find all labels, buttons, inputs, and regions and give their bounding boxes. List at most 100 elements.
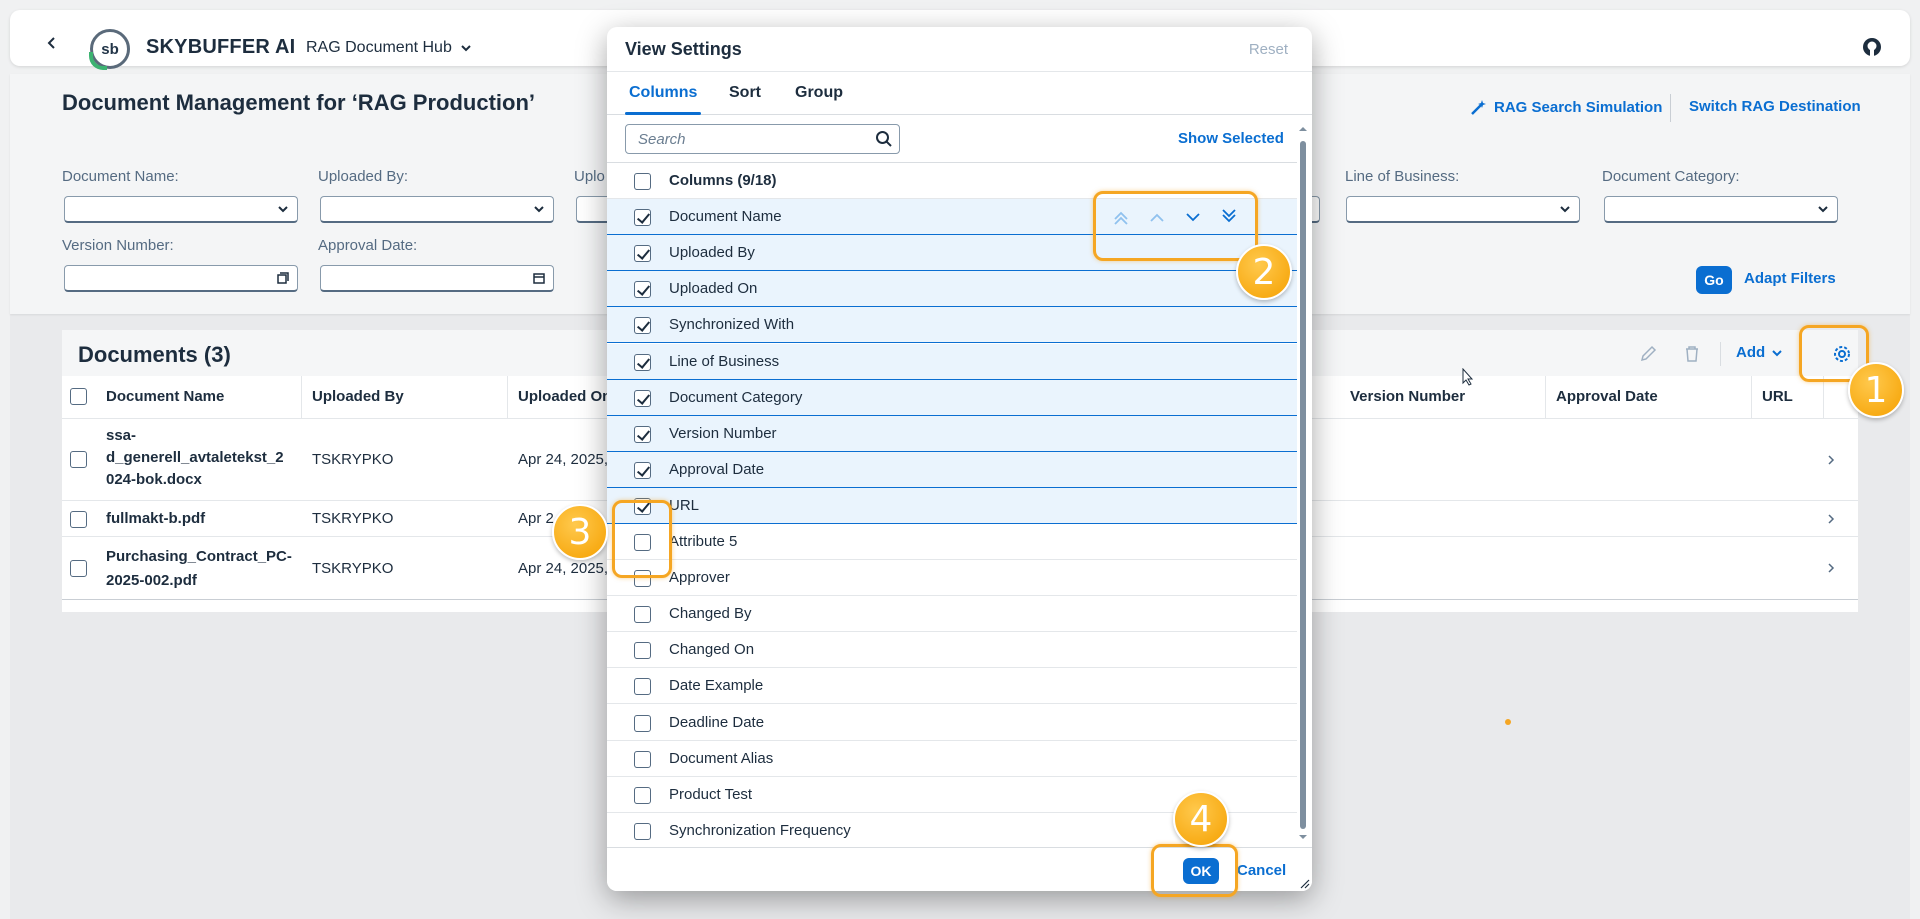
document-name-select[interactable] xyxy=(64,196,298,223)
column-item[interactable]: Uploaded On xyxy=(607,271,1297,308)
product-switcher[interactable]: RAG Document Hub xyxy=(306,39,472,57)
uploaded-by-cell: TSKRYPKO xyxy=(312,451,394,468)
chevron-down-icon xyxy=(461,45,471,52)
uploaded-on-cell: Apr 2 xyxy=(518,510,554,527)
column-header-document-name[interactable]: Document Name xyxy=(96,376,302,418)
go-button[interactable]: Go xyxy=(1696,266,1732,294)
show-selected-button[interactable]: Show Selected xyxy=(1178,130,1284,147)
column-label: URL xyxy=(669,496,700,514)
column-item[interactable]: Changed By xyxy=(607,596,1297,633)
column-label: Document Category xyxy=(669,388,803,406)
toolbar-divider xyxy=(1720,342,1721,366)
version-number-field[interactable] xyxy=(64,265,298,292)
column-label: Changed By xyxy=(669,605,752,623)
column-item[interactable]: URL xyxy=(607,487,1297,524)
column-label: Document Alias xyxy=(669,749,774,767)
column-checkbox[interactable] xyxy=(634,209,651,227)
calendar-icon[interactable] xyxy=(533,272,545,284)
uploaded-on-cell: Apr 24, 2025, xyxy=(518,451,609,468)
column-label: Attribute 5 xyxy=(669,533,738,550)
column-checkbox[interactable] xyxy=(634,317,651,335)
marker-dot xyxy=(1505,719,1511,725)
callout-badge: 2 xyxy=(1236,244,1292,300)
column-item[interactable]: Synchronized With xyxy=(607,307,1297,344)
column-header-uploaded-by[interactable]: Uploaded By xyxy=(302,376,508,418)
uploaded-by-select[interactable] xyxy=(320,196,554,223)
filter-label-document-category: Document Category: xyxy=(1602,168,1740,185)
document-category-select[interactable] xyxy=(1604,196,1838,223)
column-checkbox[interactable] xyxy=(634,281,651,299)
column-item[interactable]: Document Alias xyxy=(607,741,1297,777)
tab-columns[interactable]: Columns xyxy=(629,84,697,102)
document-name-line: Purchasing_Contract_PC- xyxy=(106,548,292,565)
uploaded-on-cell: Apr 24, 2025, xyxy=(518,560,609,577)
switch-rag-destination-link[interactable]: Switch RAG Destination xyxy=(1689,98,1861,115)
delete-icon[interactable] xyxy=(1682,344,1702,364)
document-name-cell: Purchasing_Contract_PC- 2025-002.pdf xyxy=(96,545,292,593)
column-item[interactable]: Date Example xyxy=(607,668,1297,705)
column-search-input[interactable]: Search xyxy=(625,124,900,154)
column-checkbox[interactable] xyxy=(634,750,651,768)
column-label: Document Name xyxy=(669,208,782,226)
column-item[interactable]: Deadline Date xyxy=(607,705,1297,741)
add-button[interactable]: Add xyxy=(1736,344,1783,361)
column-header-url[interactable]: URL xyxy=(1752,376,1824,418)
column-checkbox[interactable] xyxy=(634,786,651,804)
tab-group[interactable]: Group xyxy=(795,84,843,102)
column-checkbox[interactable] xyxy=(634,425,651,443)
row-checkbox[interactable] xyxy=(70,451,87,468)
active-tab-indicator xyxy=(625,112,701,115)
column-item[interactable]: Attribute 5 xyxy=(607,524,1297,560)
callout-highlight-checkboxes xyxy=(612,500,672,578)
back-arrow-icon[interactable] xyxy=(46,37,58,49)
column-header-approval-date[interactable]: Approval Date xyxy=(1546,376,1752,418)
column-item[interactable]: Document Category xyxy=(607,379,1297,416)
row-navigation-icon[interactable] xyxy=(1826,455,1836,465)
column-item[interactable]: Approval Date xyxy=(607,451,1297,488)
row-navigation-icon[interactable] xyxy=(1826,563,1836,573)
scroll-up-icon[interactable] xyxy=(1299,125,1307,133)
column-label: Changed On xyxy=(669,641,755,659)
column-item[interactable]: Version Number xyxy=(607,415,1297,452)
column-item[interactable]: Changed On xyxy=(607,632,1297,669)
document-name-line: 2025-002.pdf xyxy=(106,572,197,589)
scrollbar-thumb[interactable] xyxy=(1300,141,1306,829)
tab-sort[interactable]: Sort xyxy=(729,84,761,102)
edit-icon[interactable] xyxy=(1638,344,1658,364)
scroll-down-icon[interactable] xyxy=(1299,833,1307,841)
select-all-columns-checkbox[interactable] xyxy=(634,173,651,190)
column-checkbox[interactable] xyxy=(634,353,651,371)
line-of-business-select[interactable] xyxy=(1346,196,1580,223)
row-checkbox[interactable] xyxy=(70,560,87,577)
rag-search-simulation-link[interactable]: RAG Search Simulation xyxy=(1470,98,1662,116)
filter-label-line-of-business: Line of Business: xyxy=(1345,168,1460,185)
column-checkbox[interactable] xyxy=(634,642,651,660)
search-icon[interactable] xyxy=(875,130,893,148)
list-scrollbar[interactable] xyxy=(1299,123,1307,843)
column-checkbox[interactable] xyxy=(634,389,651,407)
column-header-version-number[interactable]: Version Number xyxy=(1340,376,1546,418)
row-checkbox[interactable] xyxy=(70,511,87,528)
row-navigation-icon[interactable] xyxy=(1826,514,1836,524)
chevron-down-icon xyxy=(534,206,544,213)
filter-label-version-number: Version Number: xyxy=(62,237,174,254)
column-checkbox[interactable] xyxy=(634,678,651,696)
brand-name: SKYBUFFER AI xyxy=(146,36,296,58)
reset-button[interactable]: Reset xyxy=(1249,41,1288,58)
value-help-icon[interactable] xyxy=(277,272,289,284)
column-checkbox[interactable] xyxy=(634,245,651,263)
column-checkbox[interactable] xyxy=(634,461,651,479)
callout-badge: 4 xyxy=(1173,791,1229,847)
github-icon[interactable] xyxy=(1862,37,1882,57)
resize-handle-icon[interactable] xyxy=(1300,879,1310,889)
column-checkbox[interactable] xyxy=(634,822,651,840)
column-checkbox[interactable] xyxy=(634,606,651,624)
column-item[interactable]: Line of Business xyxy=(607,343,1297,380)
approval-date-field[interactable] xyxy=(320,265,554,292)
column-header-uploaded-on[interactable]: Uploaded On xyxy=(508,376,618,418)
select-all-checkbox[interactable] xyxy=(70,388,87,405)
cancel-button[interactable]: Cancel xyxy=(1237,862,1286,879)
column-item[interactable]: Approver xyxy=(607,560,1297,597)
column-checkbox[interactable] xyxy=(634,714,651,732)
adapt-filters-button[interactable]: Adapt Filters xyxy=(1744,270,1836,287)
